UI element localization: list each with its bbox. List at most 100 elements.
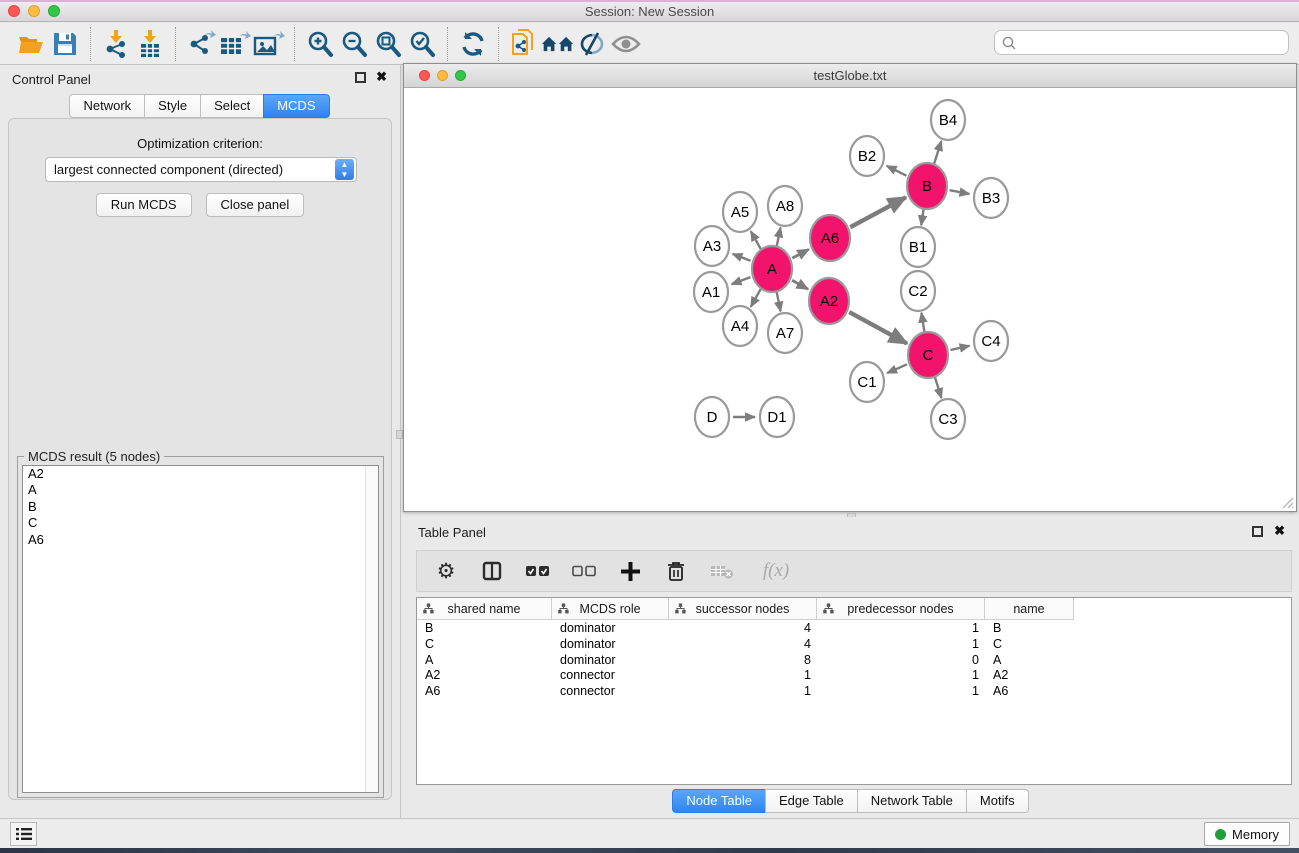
mcds-result-list[interactable]: A2ABCA6 [22, 465, 379, 793]
graph-node-B3[interactable]: B3 [974, 178, 1008, 218]
edge-B-B1[interactable] [921, 209, 923, 225]
graph-node-A[interactable]: A [752, 246, 792, 292]
delete-table-button[interactable] [709, 556, 735, 586]
tab-network[interactable]: Network [69, 94, 145, 118]
graph-node-A8[interactable]: A8 [768, 186, 802, 226]
table-row[interactable]: Adominator80A [417, 652, 1291, 668]
zoom-out-button[interactable] [337, 27, 371, 61]
add-column-button[interactable] [617, 556, 643, 586]
close-panel-icon[interactable]: ✖ [376, 69, 387, 85]
graph-node-B4[interactable]: B4 [931, 100, 965, 140]
edge-B-B3[interactable] [950, 190, 970, 194]
float-panel-icon[interactable] [355, 72, 366, 83]
criterion-select[interactable]: largest connected component (directed) ▲… [45, 157, 357, 182]
refresh-button[interactable] [456, 27, 490, 61]
tab-network-table[interactable]: Network Table [857, 789, 967, 813]
edge-C-C3[interactable] [935, 377, 942, 398]
show-columns-button[interactable] [479, 556, 505, 586]
table-row[interactable]: A2connector11A2 [417, 667, 1291, 683]
delete-column-button[interactable] [663, 556, 689, 586]
table-row[interactable]: Bdominator41B [417, 620, 1291, 636]
graph-node-C3[interactable]: C3 [931, 399, 965, 439]
column-header-shared-name[interactable]: shared name [417, 598, 552, 620]
show-all-views-button[interactable] [541, 27, 575, 61]
edge-A6-B[interactable] [850, 197, 906, 227]
edge-A-A2[interactable] [792, 280, 808, 289]
mcds-result-item[interactable]: B [23, 499, 378, 515]
import-table-button[interactable] [133, 27, 167, 61]
edge-C-C2[interactable] [921, 313, 924, 333]
birdseye-view-button[interactable] [609, 27, 643, 61]
tab-select[interactable]: Select [200, 94, 264, 118]
vertical-splitter-handle[interactable] [396, 430, 403, 439]
graph-node-A1[interactable]: A1 [694, 272, 728, 312]
new-network-from-selection-button[interactable] [507, 27, 541, 61]
save-session-button[interactable] [48, 27, 82, 61]
tab-mcds[interactable]: MCDS [263, 94, 329, 118]
graph-node-A6[interactable]: A6 [810, 215, 850, 261]
graph-node-A5[interactable]: A5 [723, 192, 757, 232]
import-network-button[interactable] [99, 27, 133, 61]
edge-A-A1[interactable] [732, 277, 751, 284]
deselect-all-button[interactable] [571, 556, 597, 586]
graph-node-A2[interactable]: A2 [809, 278, 849, 324]
tab-motifs[interactable]: Motifs [966, 789, 1029, 813]
edge-A-A3[interactable] [733, 254, 751, 261]
graph-node-A4[interactable]: A4 [723, 306, 757, 346]
column-header-predecessor-nodes[interactable]: predecessor nodes [817, 598, 985, 620]
graph-node-C1[interactable]: C1 [850, 362, 884, 402]
network-canvas[interactable]: AA1A2A3A4A5A6A7A8BB1B2B3B4CC1C2C3C4DD1 [405, 88, 1295, 510]
column-header-MCDS-role[interactable]: MCDS role [552, 598, 669, 620]
export-table-button[interactable] [218, 27, 252, 61]
run-mcds-button[interactable]: Run MCDS [96, 193, 192, 217]
resize-grip-icon[interactable] [1280, 495, 1294, 509]
zoom-selected-button[interactable] [405, 27, 439, 61]
tab-node-table[interactable]: Node Table [672, 789, 766, 813]
mcds-result-item[interactable]: A [23, 482, 378, 498]
edge-C-C1[interactable] [887, 364, 907, 373]
graph-node-B[interactable]: B [907, 163, 947, 209]
column-header-successor-nodes[interactable]: successor nodes [669, 598, 817, 620]
graph-node-B2[interactable]: B2 [850, 136, 884, 176]
edge-C-C4[interactable] [950, 346, 969, 350]
edge-A-A4[interactable] [751, 289, 761, 307]
task-history-button[interactable] [10, 822, 37, 846]
graph-node-B1[interactable]: B1 [901, 227, 935, 267]
search-input[interactable] [1017, 33, 1288, 53]
table-close-panel-icon[interactable]: ✖ [1274, 523, 1285, 539]
graph-node-C[interactable]: C [908, 332, 948, 378]
graph-node-A7[interactable]: A7 [768, 313, 802, 353]
table-row[interactable]: Cdominator41C [417, 636, 1291, 652]
tab-edge-table[interactable]: Edge Table [765, 789, 858, 813]
open-session-button[interactable] [14, 27, 48, 61]
table-float-panel-icon[interactable] [1252, 526, 1263, 537]
function-builder-button[interactable]: f(x) [755, 556, 797, 586]
mcds-result-item[interactable]: A6 [23, 532, 378, 548]
edge-A-A7[interactable] [777, 292, 781, 312]
table-settings-button[interactable]: ⚙ [433, 556, 459, 586]
graph-node-C4[interactable]: C4 [974, 321, 1008, 361]
export-image-button[interactable] [252, 27, 286, 61]
column-header-name[interactable]: name [985, 598, 1074, 620]
graph-node-D[interactable]: D [695, 397, 729, 437]
mcds-list-scrollbar[interactable] [365, 466, 378, 792]
select-all-button[interactable] [525, 556, 551, 586]
export-network-button[interactable] [184, 27, 218, 61]
memory-button[interactable]: Memory [1204, 822, 1290, 846]
table-row[interactable]: A6connector11A6 [417, 683, 1291, 699]
tab-style[interactable]: Style [144, 94, 201, 118]
zoom-in-button[interactable] [303, 27, 337, 61]
graph-node-A3[interactable]: A3 [695, 226, 729, 266]
mcds-result-item[interactable]: A2 [23, 466, 378, 482]
search-box[interactable] [994, 30, 1289, 55]
edge-A-A5[interactable] [751, 231, 761, 249]
edge-B-B4[interactable] [934, 141, 941, 164]
graph-node-D1[interactable]: D1 [760, 397, 794, 437]
close-panel-button[interactable]: Close panel [206, 193, 305, 217]
edge-B-B2[interactable] [887, 166, 907, 176]
edge-A-A6[interactable] [792, 249, 809, 258]
zoom-fit-button[interactable] [371, 27, 405, 61]
graphics-details-button[interactable] [575, 27, 609, 61]
edge-A2-C[interactable] [849, 312, 907, 343]
mcds-result-item[interactable]: C [23, 515, 378, 531]
